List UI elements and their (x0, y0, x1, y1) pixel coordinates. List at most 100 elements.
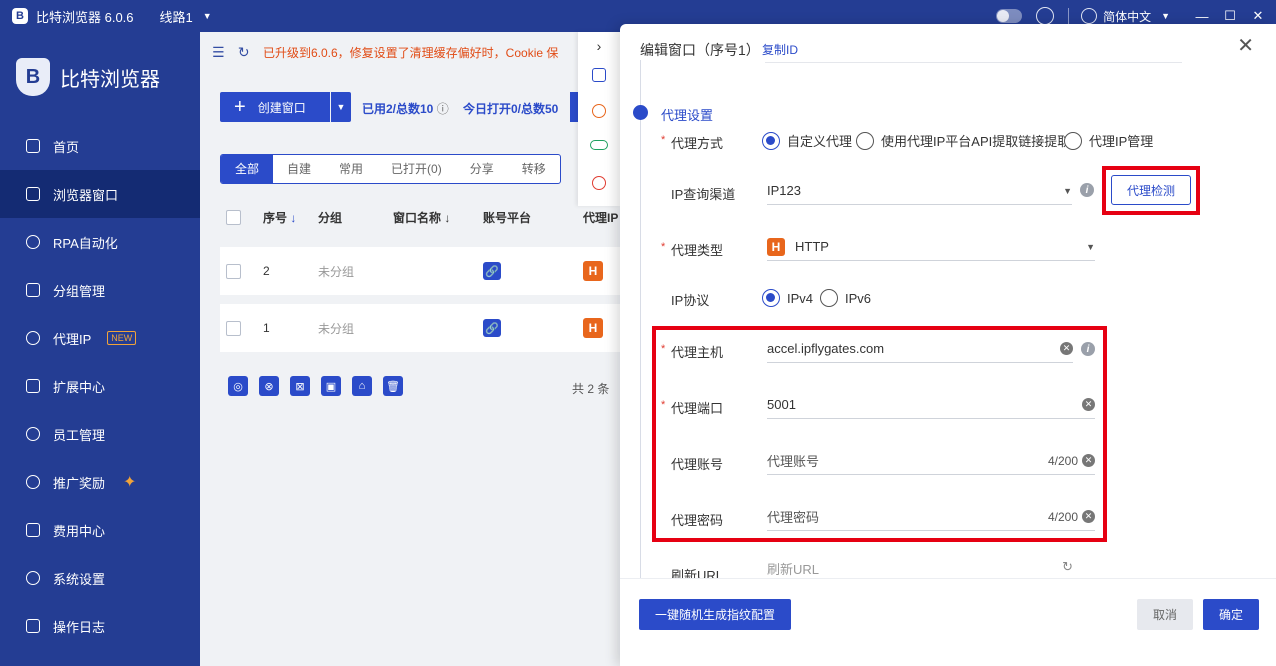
info-icon[interactable]: i (1081, 342, 1095, 356)
close-icon[interactable]: ✕ (1237, 36, 1254, 56)
sidebar-item-settings[interactable]: 系统设置 (0, 554, 200, 602)
required-mark: * (661, 399, 666, 411)
proxy-host-label: * 代理主机 (661, 342, 723, 361)
sort-down-icon[interactable]: ↓ (290, 211, 296, 225)
info-icon[interactable]: i (1080, 183, 1094, 197)
select-all-checkbox[interactable] (226, 209, 241, 225)
radio-dot (762, 131, 780, 150)
support-icon[interactable] (1036, 7, 1055, 25)
maximize-button[interactable]: ☐ (1216, 8, 1244, 24)
refresh-icon[interactable]: ↻ (238, 44, 250, 60)
close-circle-icon[interactable]: ⊗ (259, 376, 279, 396)
proxy-check-button[interactable]: 代理检测 (1111, 175, 1191, 205)
proxy-type-select[interactable]: H HTTP ▼ (767, 233, 1095, 261)
clear-icon[interactable]: ✕ (1082, 398, 1095, 411)
column-header-proxy: 代理IP (583, 210, 619, 225)
language-select[interactable]: 简体中文 (1103, 8, 1151, 25)
window-icon[interactable]: ▣ (321, 376, 341, 396)
row-checkbox[interactable] (226, 263, 241, 279)
select-value: IP123 (767, 183, 801, 198)
table-header: 序号 ↓ 分组 窗口名称 ↓ 账号平台 代理IP (220, 200, 620, 234)
column-header-window-name[interactable]: 窗口名称 ↓ (393, 209, 450, 226)
tab-opened[interactable]: 已打开(0) (377, 155, 456, 183)
clear-cache-icon[interactable]: ⌂ (352, 376, 372, 396)
link-icon[interactable]: 🔗 (483, 262, 501, 280)
radio-ipv4[interactable]: IPv4 (762, 289, 813, 307)
line-select[interactable]: 线路1 (160, 7, 193, 26)
link-icon[interactable]: 🔗 (483, 319, 501, 337)
confirm-button[interactable]: 确定 (1203, 599, 1259, 630)
tab-frequent[interactable]: 常用 (325, 155, 377, 183)
column-header-index[interactable]: 序号 ↓ (263, 209, 296, 226)
row-index: 1 (263, 321, 270, 335)
proxy-account-input[interactable]: 代理账号 4/200 ✕ (767, 447, 1095, 475)
tab-shared[interactable]: 分享 (456, 155, 508, 183)
ip-icon[interactable] (592, 104, 606, 118)
chevron-right-icon[interactable]: › (578, 32, 620, 68)
sidebar-item-staff[interactable]: 员工管理 (0, 410, 200, 458)
brand: B 比特浏览器 (0, 32, 200, 122)
ip-channel-select[interactable]: IP123 ▼ (767, 177, 1072, 205)
sidebar-item-rpa[interactable]: RPA自动化 (0, 218, 200, 266)
radio-custom-proxy[interactable]: 自定义代理 (762, 131, 852, 150)
chevron-down-icon[interactable]: ▼ (203, 11, 212, 21)
brand-logo-icon: B (16, 58, 50, 96)
sidebar-item-home[interactable]: 首页 (0, 122, 200, 170)
chrome-icon[interactable]: ◎ (228, 376, 248, 396)
row-group: 未分组 (318, 321, 355, 336)
strip-item (578, 68, 620, 104)
sidebar-item-billing[interactable]: 费用中心 (0, 506, 200, 554)
sidebar-item-rewards[interactable]: 推广奖励 ✦ (0, 458, 200, 506)
toggle-icon[interactable] (590, 140, 608, 150)
required-mark: * (661, 241, 666, 253)
delete-icon[interactable]: 🗑 (383, 376, 403, 396)
chevron-down-icon[interactable]: ▼ (1161, 11, 1170, 21)
refresh-url-label: 刷新URL (671, 568, 724, 578)
sort-down-icon[interactable]: ↓ (444, 211, 450, 225)
table-row[interactable]: 1 未分组 🔗 H (220, 304, 620, 352)
sidebar-item-extensions[interactable]: 扩展中心 (0, 362, 200, 410)
tab-transfer[interactable]: 转移 (508, 155, 560, 183)
cancel-button[interactable]: 取消 (1137, 599, 1193, 630)
close-window-button[interactable]: ✕ (1244, 8, 1272, 24)
radio-api-extract[interactable]: 使用代理IP平台API提取链接提取 (856, 131, 1070, 150)
table-row[interactable]: 2 未分组 🔗 H (220, 247, 620, 295)
main-area: ☰ ↻ 已升级到6.0.6，修复设置了清理缓存偏好时，Cookie 保 + 创建窗… (200, 32, 620, 666)
tab-all[interactable]: 全部 (221, 155, 274, 183)
drawer-title: 编辑窗口（序号1） (640, 42, 760, 58)
window-settings-icon[interactable] (592, 68, 606, 82)
copy-id-link[interactable]: 复制ID (762, 41, 798, 58)
sidebar-item-logs[interactable]: 操作日志 (0, 602, 200, 650)
create-window-label: 创建窗口 (257, 100, 306, 115)
proxy-host-input[interactable]: accel.ipflygates.com ✕ (767, 335, 1073, 363)
refresh-url-input[interactable]: 刷新URL ↻ (767, 559, 1073, 578)
fingerprint-icon[interactable] (592, 176, 606, 190)
generate-fingerprint-button[interactable]: 一键随机生成指纹配置 (639, 599, 791, 630)
app-title: 比特浏览器 6.0.6 (36, 9, 134, 25)
sidebar-item-label: 操作日志 (53, 619, 106, 635)
sidebar-item-groups[interactable]: 分组管理 (0, 266, 200, 314)
minimize-button[interactable]: — (1188, 9, 1216, 24)
radio-ipv6[interactable]: IPv6 (820, 289, 871, 307)
proxy-port-input[interactable]: 5001 ✕ (767, 391, 1095, 419)
theme-toggle[interactable] (996, 9, 1023, 23)
collapse-menu-icon[interactable]: ☰ (212, 44, 225, 60)
char-counter: 4/200 (1047, 453, 1078, 468)
clear-icon[interactable]: ✕ (1060, 342, 1073, 355)
info-icon: ⓘ (436, 102, 449, 116)
proxy-password-label: 代理密码 (671, 513, 724, 528)
row-checkbox[interactable] (226, 320, 241, 336)
refresh-icon[interactable]: ↻ (1062, 559, 1073, 575)
tab-self-built[interactable]: 自建 (273, 155, 325, 183)
clear-icon[interactable]: ✕ (1082, 510, 1095, 523)
radio-label: 代理IP管理 (1089, 134, 1154, 149)
proxy-password-input[interactable]: 代理密码 4/200 ✕ (767, 503, 1095, 531)
create-window-button[interactable]: + 创建窗口 (220, 92, 330, 122)
radio-proxy-manage[interactable]: 代理IP管理 (1064, 131, 1153, 150)
sidebar-item-proxy-ip[interactable]: 代理IP NEW (0, 314, 200, 362)
sidebar-item-browser-windows[interactable]: 浏览器窗口 (0, 170, 200, 218)
clear-icon[interactable]: ✕ (1082, 454, 1095, 467)
create-dropdown-button[interactable]: ▼ (331, 92, 351, 122)
close-box-icon[interactable]: ⊠ (290, 376, 310, 396)
radio-label: IPv4 (787, 290, 814, 306)
